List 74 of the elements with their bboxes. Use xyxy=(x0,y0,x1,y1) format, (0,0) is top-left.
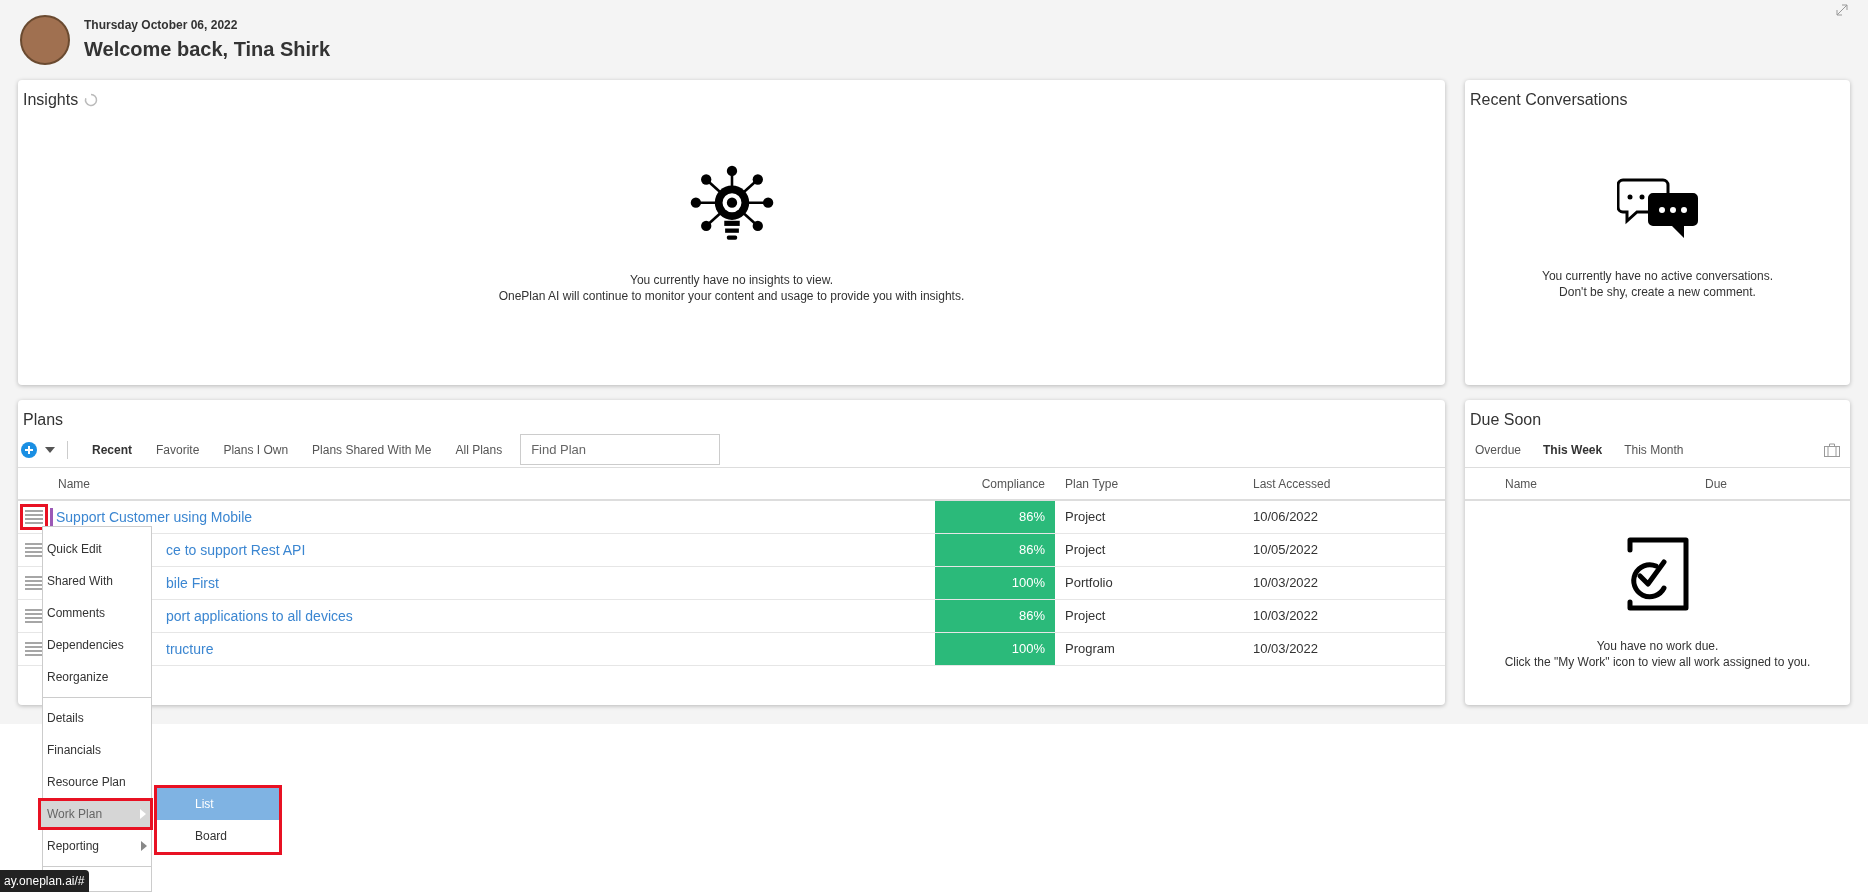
empty-message: You currently have no active conversations. xyxy=(1542,267,1773,284)
menu-icon xyxy=(25,510,43,524)
column-header: Due xyxy=(1705,475,1727,493)
empty-message: OnePlan AI will continue to monitor your content and usage to provide you with insights. xyxy=(498,287,965,304)
empty-message: You have no work due. xyxy=(1596,638,1719,654)
filter-tab[interactable]: Favorite xyxy=(144,440,212,459)
menu-icon xyxy=(25,642,43,656)
card-title: Plans xyxy=(23,411,64,428)
empty-message: Click the "My Work" icon to view all work assigned to you. xyxy=(1504,654,1811,670)
plan-link[interactable]: ce to support Rest API xyxy=(166,539,306,561)
column-header: Last Accessed xyxy=(1253,475,1332,493)
table-cell-text: Project xyxy=(1064,508,1107,527)
briefcase-icon[interactable] xyxy=(1824,442,1840,457)
table-cell-text: Program xyxy=(1064,640,1116,659)
card-title: Recent Conversations xyxy=(1470,91,1628,108)
filter-tab[interactable]: All Plans xyxy=(443,440,515,459)
table-cell-text: 10/06/2022 xyxy=(1253,508,1320,527)
submenu-arrow-icon xyxy=(141,841,147,851)
due-tab[interactable]: Overdue xyxy=(1467,440,1530,459)
due-tab[interactable]: This Week xyxy=(1535,440,1611,459)
compliance-cell: 86% xyxy=(935,501,1055,533)
card-title: Insights xyxy=(23,90,79,110)
menu-icon xyxy=(25,543,43,557)
menu-item[interactable]: Quick Edit xyxy=(43,533,151,565)
table-cell-text: 10/03/2022 xyxy=(1253,607,1320,626)
add-icon[interactable] xyxy=(21,441,37,458)
menu-item[interactable]: Reporting xyxy=(43,830,151,862)
column-header: Name xyxy=(57,475,91,493)
empty-message: You currently have no insights to view. xyxy=(630,271,833,288)
expand-icon[interactable] xyxy=(1836,4,1848,16)
menu-item[interactable]: Comments xyxy=(43,597,151,629)
filter-tab[interactable]: Plans I Own xyxy=(211,440,301,459)
menu-item[interactable]: Financials xyxy=(43,734,151,766)
column-header: Plan Type xyxy=(1064,475,1120,493)
search-field[interactable]: Find Plan xyxy=(520,434,721,465)
menu-item[interactable]: Details xyxy=(43,702,151,734)
menu-item[interactable]: Dependencies xyxy=(43,629,151,661)
plan-link[interactable]: port applications to all devices xyxy=(166,605,353,627)
column-header: Compliance xyxy=(980,475,1046,493)
table-cell-text: Project xyxy=(1064,541,1107,560)
submenu-arrow-icon xyxy=(140,809,146,819)
table-cell-text: 10/03/2022 xyxy=(1253,640,1320,659)
plan-link[interactable]: Support Customer using Mobile xyxy=(56,506,253,528)
row-menu-button[interactable] xyxy=(20,504,48,530)
chat-bubbles-icon xyxy=(1616,177,1699,240)
card-title: Due Soon xyxy=(1470,411,1542,428)
filter-tab[interactable]: Plans Shared With Me xyxy=(300,440,444,459)
caret-icon[interactable] xyxy=(45,446,55,453)
submenu-item[interactable]: Board xyxy=(157,820,279,852)
filter-tab[interactable]: Recent xyxy=(80,440,144,459)
menu-item[interactable]: Shared With xyxy=(43,565,151,597)
loading-icon xyxy=(84,93,99,107)
plan-link[interactable]: tructure xyxy=(166,638,214,660)
empty-message: Don't be shy, create a new comment. xyxy=(1559,283,1756,300)
due-tab[interactable]: This Month xyxy=(1616,440,1692,459)
table-cell-text: 10/05/2022 xyxy=(1253,541,1320,560)
welcome-heading: Welcome back, Tina Shirk xyxy=(84,37,331,62)
menu-item[interactable]: Resource Plan xyxy=(43,766,151,798)
table-cell-text: Project xyxy=(1064,607,1107,626)
table-cell-text: Portfolio xyxy=(1064,574,1114,593)
compliance-cell: 100% xyxy=(935,633,1055,665)
menu-icon xyxy=(25,576,43,590)
compliance-cell: 86% xyxy=(935,534,1055,566)
avatar-placeholder xyxy=(20,15,70,65)
table-cell-text: 10/03/2022 xyxy=(1253,574,1320,593)
compliance-cell: 100% xyxy=(935,567,1055,599)
plan-link[interactable]: bile First xyxy=(166,572,219,594)
menu-item[interactable]: Work Plan xyxy=(38,798,153,830)
current-date: Thursday October 06, 2022 xyxy=(84,17,239,34)
menu-item[interactable]: Reorganize xyxy=(43,661,151,693)
compliance-cell: 86% xyxy=(935,600,1055,632)
column-header: Name xyxy=(1504,475,1538,493)
link-status-tooltip: ay.oneplan.ai/# xyxy=(0,870,89,892)
menu-icon xyxy=(25,609,43,623)
